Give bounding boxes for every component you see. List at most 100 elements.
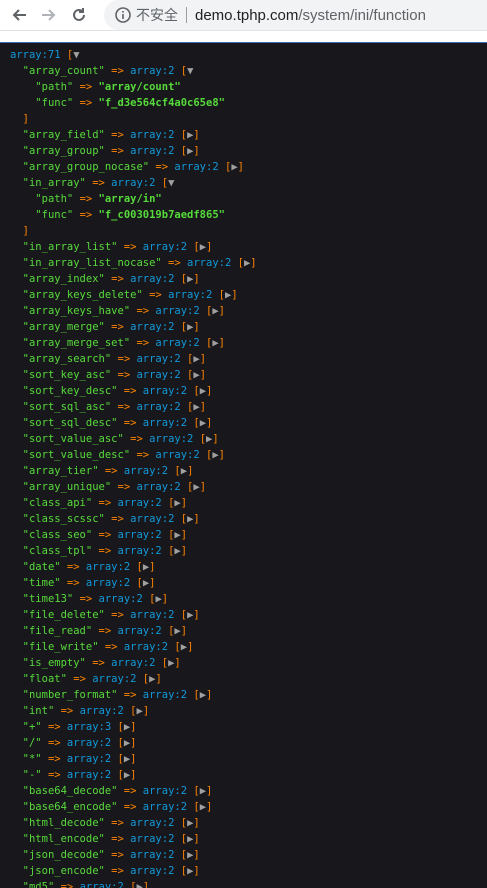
dump-array-count: array:2 xyxy=(117,497,162,509)
dump-array-count: array:3 xyxy=(66,721,112,733)
dump-bracket: ] xyxy=(199,401,207,413)
dump-arrow: => xyxy=(117,241,143,253)
dump-array-count: array:2 xyxy=(142,385,188,397)
dump-bracket: ] xyxy=(193,609,200,621)
dump-child-row: "func" => "f_c003019b7aedf865" xyxy=(10,207,477,223)
dump-arrow: => xyxy=(161,257,188,269)
dump-array-count: array:2 xyxy=(155,337,200,349)
dump-key: "array_keys_have" xyxy=(22,305,131,317)
dump-entry-row: "sort_sql_asc" => array:2 [▶] xyxy=(10,399,477,415)
dump-bracket: [ xyxy=(161,545,175,557)
dump-bracket: [ xyxy=(168,465,181,477)
dump-key: "array_tier" xyxy=(22,465,99,477)
collapse-toggle-icon[interactable]: ▼ xyxy=(168,177,174,189)
dump-bracket: [ xyxy=(231,257,244,269)
address-bar[interactable]: 不安全 demo.tphp.com/system/ini/function xyxy=(104,0,487,30)
dump-arrow: => xyxy=(117,689,143,701)
dump-bracket: ] xyxy=(155,673,162,685)
dump-key: "class_seo" xyxy=(22,529,93,541)
dump-bracket: [ xyxy=(180,369,194,381)
dump-array-count: array:2 xyxy=(130,273,175,285)
url-text[interactable]: demo.tphp.com/system/ini/function xyxy=(195,7,426,24)
dump-array-count: array:2 xyxy=(85,577,131,589)
dump-entry-row: "date" => array:2 [▶] xyxy=(10,559,477,575)
dump-array-count: array:2 xyxy=(111,657,156,669)
dump-entry-row: "array_group_nocase" => array:2 [▶] xyxy=(10,159,477,175)
dump-root-count: array:71 xyxy=(10,49,61,61)
security-label[interactable]: 不安全 xyxy=(136,5,178,25)
info-icon[interactable] xyxy=(114,6,132,24)
dump-entry-row: "json_decode" => array:2 [▶] xyxy=(10,847,477,863)
dump-key: "sort_key_desc" xyxy=(22,385,118,397)
dump-arrow: => xyxy=(130,337,156,349)
dump-entry-row: "array_field" => array:2 [▶] xyxy=(10,127,477,143)
dump-bracket: ] xyxy=(206,241,213,253)
dump-bracket: [ xyxy=(111,753,124,765)
dump-arrow: => xyxy=(73,81,99,93)
dump-bracket: ] xyxy=(199,369,207,381)
dump-entry-row: "in_array_list_nocase" => array:2 [▶] xyxy=(10,255,477,271)
dump-arrow: => xyxy=(149,161,175,173)
dump-key: "html_decode" xyxy=(22,817,105,829)
dump-bracket: [ xyxy=(60,49,74,61)
dump-arrow: => xyxy=(104,321,131,333)
forward-button[interactable] xyxy=(36,2,62,28)
dump-arrow: => xyxy=(104,273,131,285)
var-dump-panel: array:71 [▼ "array_count" => array:2 [▼ … xyxy=(0,42,487,888)
dump-arrow: => xyxy=(104,129,131,141)
dump-array-count: array:2 xyxy=(142,417,188,429)
dump-array-count: array:2 xyxy=(136,369,181,381)
dump-arrow: => xyxy=(85,657,112,669)
reload-icon xyxy=(73,8,85,21)
dump-bracket: ] xyxy=(193,513,200,525)
dump-entry-row: "-" => array:2 [▶] xyxy=(10,767,477,783)
dump-key: "array_group_nocase" xyxy=(22,161,150,173)
dump-key: "file_delete" xyxy=(22,609,105,621)
dump-array-count: array:2 xyxy=(142,689,188,701)
dump-key: "class_tpl" xyxy=(22,545,93,557)
dump-arrow: => xyxy=(111,353,137,365)
dump-arrow: => xyxy=(104,65,131,77)
back-button[interactable] xyxy=(6,2,32,28)
dump-entry-row: "json_encode" => array:2 [▶] xyxy=(10,863,477,879)
collapse-toggle-icon[interactable]: ▼ xyxy=(73,49,79,61)
dump-arrow: => xyxy=(73,193,99,205)
dump-array-count: array:2 xyxy=(174,161,219,173)
dump-key: "base64_encode" xyxy=(22,801,118,813)
dump-arrow: => xyxy=(41,737,67,749)
dump-bracket: ] xyxy=(193,865,200,877)
dump-bracket: [ xyxy=(180,401,194,413)
dump-entry-row: "html_encode" => array:2 [▶] xyxy=(10,831,477,847)
dump-entry-row: "array_tier" => array:2 [▶] xyxy=(10,463,477,479)
dump-entry-row: "sort_sql_desc" => array:2 [▶] xyxy=(10,415,477,431)
dump-entry-row: "sort_key_asc" => array:2 [▶] xyxy=(10,367,477,383)
collapse-toggle-icon[interactable]: ▼ xyxy=(187,65,193,77)
dump-child-key: "func" xyxy=(35,209,74,221)
dump-bracket: [ xyxy=(155,177,169,189)
arrow-left-icon xyxy=(12,9,26,21)
dump-arrow: => xyxy=(117,385,143,397)
dump-child-value: "array/in" xyxy=(98,193,162,205)
dump-bracket: [ xyxy=(187,241,200,253)
dump-key: "in_array" xyxy=(22,177,86,189)
dump-bracket: ] xyxy=(22,113,29,125)
dump-bracket: ] xyxy=(130,769,137,781)
dump-child-key: "path" xyxy=(35,81,74,93)
dump-bracket: ] xyxy=(174,657,181,669)
dump-arrow: => xyxy=(41,721,67,733)
dump-key: "sort_sql_desc" xyxy=(22,417,118,429)
dump-key: "array_unique" xyxy=(22,481,112,493)
dump-bracket: [ xyxy=(111,721,124,733)
dump-arrow: => xyxy=(54,705,80,717)
dump-key: "in_array_list_nocase" xyxy=(22,257,162,269)
dump-arrow: => xyxy=(117,417,143,429)
dump-key: "sort_value_desc" xyxy=(22,449,131,461)
dump-bracket: [ xyxy=(187,417,200,429)
dump-array-count: array:2 xyxy=(130,129,175,141)
dump-bracket: ] xyxy=(206,801,213,813)
reload-button[interactable] xyxy=(66,2,92,28)
dump-arrow: => xyxy=(98,465,124,477)
dump-bracket: ] xyxy=(142,705,150,717)
arrow-right-icon xyxy=(42,9,56,21)
dump-bracket: [ xyxy=(174,65,188,77)
